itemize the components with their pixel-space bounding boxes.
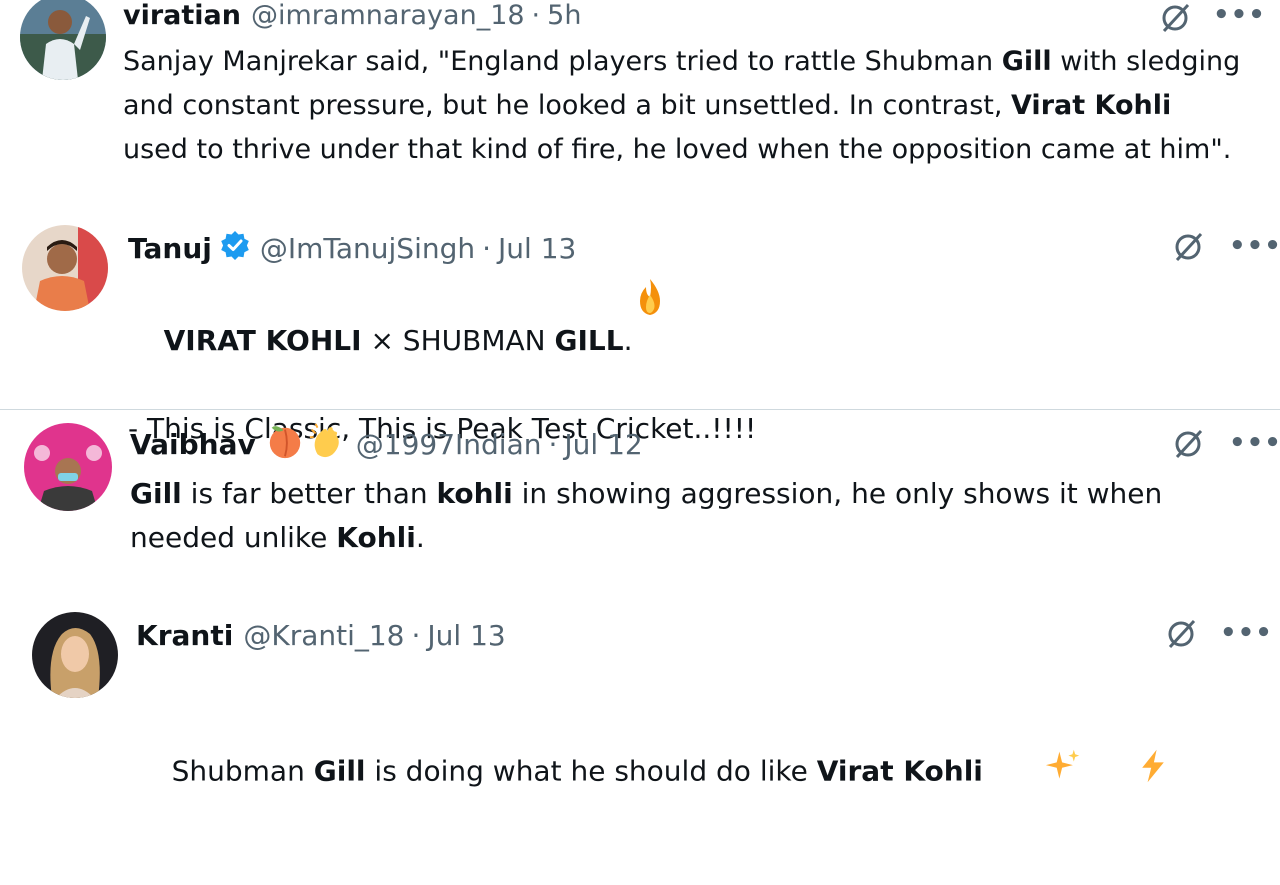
separator-dot: · [531, 0, 541, 31]
separator-dot: · [411, 618, 421, 652]
timestamp[interactable]: Jul 13 [427, 619, 505, 652]
separator-dot: · [482, 231, 492, 265]
author-handle[interactable]: @ImTanujSingh [260, 232, 475, 265]
tweet-text: Gill is far better than kohli in showing… [130, 472, 1240, 560]
tweet-text: Shubman Gill is doing what he should do … [136, 660, 1236, 885]
highlighted-term: kohli [436, 477, 513, 510]
avatar[interactable] [32, 612, 118, 698]
text-segment: × SHUBMAN [361, 324, 555, 357]
text-segment: . [415, 521, 425, 554]
timestamp[interactable]: Jul 13 [498, 232, 576, 265]
more-options-icon[interactable]: ••• [1213, 2, 1266, 28]
text-segment [983, 755, 992, 788]
timestamp[interactable]: 5h [547, 0, 581, 31]
highlighted-term: Kohli [336, 521, 416, 554]
highlighted-term: Virat Kohli [816, 754, 983, 788]
avatar[interactable] [24, 423, 112, 511]
highlighted-term: GILL [554, 324, 624, 357]
more-options-icon[interactable]: ••• [1220, 620, 1273, 646]
text-segment: Sanjay Manjrekar said, "England players … [123, 46, 1002, 77]
avatar[interactable] [22, 225, 108, 311]
text-segment: is far better than [181, 477, 437, 510]
author-name[interactable]: viratian [123, 0, 241, 31]
clapping-hands-emoji [308, 422, 346, 467]
grok-icon[interactable] [1157, 0, 1193, 36]
more-options-icon[interactable]: ••• [1229, 430, 1280, 456]
more-options-icon[interactable]: ••• [1229, 233, 1280, 259]
timestamp[interactable]: Jul 12 [564, 428, 642, 461]
avatar[interactable] [20, 0, 106, 80]
verified-badge-icon [220, 230, 250, 267]
highlighted-term: Gill [1001, 46, 1052, 77]
highlighted-term: Virat Kohli [1011, 90, 1172, 121]
lightning-emoji [1081, 704, 1170, 841]
text-segment: . [623, 324, 642, 357]
tweet[interactable]: Kranti @Kranti_18 · Jul 13 Shubman Gill … [0, 600, 1280, 788]
grok-icon[interactable] [1170, 229, 1206, 265]
grok-icon[interactable] [1170, 426, 1206, 462]
author-handle[interactable]: @Kranti_18 [243, 619, 404, 652]
author-name[interactable]: Vaibhav [130, 428, 256, 461]
author-name[interactable]: Kranti [136, 619, 233, 652]
highlighted-term: Gill [313, 754, 366, 788]
highlighted-term: VIRAT KOHLI [163, 324, 362, 357]
fire-emoji [630, 277, 670, 321]
sparkles-emoji [992, 704, 1081, 841]
author-handle[interactable]: @imramnarayan_18 [251, 0, 525, 31]
tweet[interactable]: Vaibhav @1997Indian · Jul 12 Gill is far… [0, 410, 1280, 600]
peach-emoji [266, 422, 304, 467]
grok-icon[interactable] [1163, 616, 1199, 652]
tweet[interactable]: Tanuj @ImTanujSingh · Jul 13 VIRAT KOHLI… [0, 215, 1280, 445]
separator-dot: · [548, 427, 558, 461]
highlighted-term: Gill [130, 477, 182, 510]
author-handle[interactable]: @1997Indian [356, 428, 542, 461]
tweet-text: Sanjay Manjrekar said, "England players … [123, 40, 1243, 172]
text-segment: is doing what he should do like [365, 754, 817, 788]
tweet[interactable]: viratian @imramnarayan_18 · 5h Sanjay Ma… [0, 0, 1280, 215]
author-name[interactable]: Tanuj [128, 232, 212, 265]
text-segment: Shubman [171, 754, 314, 788]
